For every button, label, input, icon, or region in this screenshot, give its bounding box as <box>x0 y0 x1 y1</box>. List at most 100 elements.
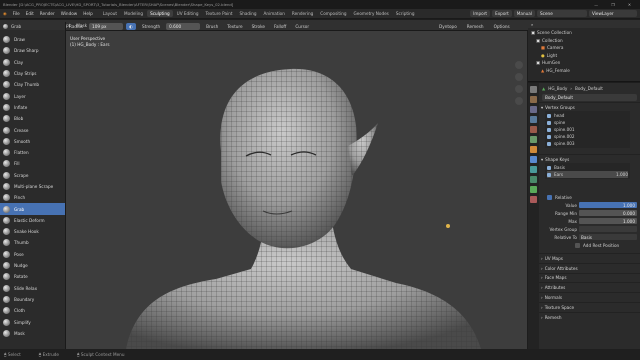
tab-compositing[interactable]: Compositing <box>317 10 349 17</box>
radius-field[interactable]: 109 px <box>89 23 124 30</box>
3d-viewport[interactable]: User Perspective (1) HG_Body : Ears <box>66 31 527 349</box>
outliner-item-scene-collection[interactable]: ▣ Scene Collection <box>531 29 637 37</box>
scene-selector[interactable]: Scene <box>537 10 587 17</box>
modifier-tab-icon[interactable] <box>530 156 537 163</box>
tab-geometry-nodes[interactable]: Geometry Nodes <box>351 10 392 17</box>
export-button[interactable]: Export <box>492 10 512 17</box>
tab-rendering[interactable]: Rendering <box>289 10 316 17</box>
brush-item-clay[interactable]: Clay <box>0 57 65 68</box>
outliner-item-collection[interactable]: ▣ Collection <box>531 37 637 45</box>
tab-modeling[interactable]: Modeling <box>121 10 146 17</box>
section-attributes[interactable]: › Attributes <box>539 282 640 292</box>
brush-item-grab[interactable]: Grab <box>0 203 65 215</box>
blender-logo-icon[interactable]: ◉ <box>0 11 10 16</box>
brush-item-flatten[interactable]: Flatten <box>0 147 65 158</box>
list-item[interactable]: head <box>547 112 628 119</box>
brush-item-inflate[interactable]: Inflate <box>0 102 65 113</box>
outliner-item-light[interactable]: ● Light <box>531 52 637 60</box>
brush-item-fill[interactable]: Fill <box>0 158 65 169</box>
radius-pressure-toggle[interactable]: ◐ <box>126 23 137 30</box>
pan-hand-icon[interactable] <box>515 73 523 81</box>
list-item[interactable]: Ears 1.000 <box>547 171 628 178</box>
tab-layout[interactable]: Layout <box>100 10 120 17</box>
view-layer-tab-icon[interactable] <box>530 116 537 123</box>
section-uv-maps[interactable]: › UV Maps <box>539 253 640 263</box>
section-normals[interactable]: › Normals <box>539 292 640 302</box>
brush-item-clay-strips[interactable]: Clay Strips <box>0 68 65 79</box>
relative-to-field[interactable]: Basis <box>579 234 637 240</box>
view-layer-selector[interactable]: ViewLayer <box>589 10 637 17</box>
brush-item-blob[interactable]: Blob <box>0 113 65 124</box>
add-rest-checkbox[interactable]: Add Rest Position <box>539 241 640 249</box>
tool-tab-icon[interactable] <box>530 86 537 93</box>
list-item[interactable]: spine.001 <box>547 126 628 133</box>
list-item[interactable]: spine.002 <box>547 133 628 140</box>
active-brush-header[interactable]: Grab <box>0 22 65 30</box>
list-item[interactable]: Basis <box>547 164 628 171</box>
brush-item-layer[interactable]: Layer <box>0 90 65 101</box>
brush-item-simplify[interactable]: Simplify <box>0 316 65 327</box>
search-icon[interactable]: ⌕ <box>531 22 533 27</box>
brush-item-smooth[interactable]: Smooth <box>0 136 65 147</box>
section-face-maps[interactable]: › Face Maps <box>539 272 640 283</box>
output-tab-icon[interactable] <box>530 106 537 113</box>
sculpt-mesh[interactable] <box>66 31 527 349</box>
list-item[interactable]: spine <box>547 119 628 126</box>
mesh-data-tab-icon[interactable] <box>530 186 537 193</box>
tab-shading[interactable]: Shading <box>237 10 260 17</box>
range-min-field[interactable]: 0.000 <box>579 210 637 216</box>
window-controls[interactable]: — ❐ ✕ <box>594 2 637 7</box>
list-item[interactable]: spine.003 <box>547 140 628 147</box>
menu-render[interactable]: Render <box>37 11 58 16</box>
particles-tab-icon[interactable] <box>530 166 537 173</box>
brush-item-pose[interactable]: Pose <box>0 249 65 260</box>
manual-button[interactable]: Manual <box>513 10 535 17</box>
camera-view-icon[interactable] <box>515 85 523 93</box>
stroke-menu[interactable]: Stroke <box>249 24 268 29</box>
scene-tab-icon[interactable] <box>530 126 537 133</box>
brush-item-snake-hook[interactable]: Snake Hook <box>0 226 65 237</box>
menu-help[interactable]: Help <box>80 11 96 16</box>
outliner-item-camera[interactable]: ■ Camera <box>531 44 637 52</box>
brush-menu[interactable]: Brush <box>203 24 221 29</box>
world-tab-icon[interactable] <box>530 136 537 143</box>
render-tab-icon[interactable] <box>530 96 537 103</box>
brush-item-rotate[interactable]: Rotate <box>0 271 65 282</box>
vertex-group-field[interactable] <box>579 226 637 232</box>
tab-animation[interactable]: Animation <box>261 10 288 17</box>
menu-file[interactable]: File <box>10 11 23 16</box>
tab-texture-paint[interactable]: Texture Paint <box>203 10 236 17</box>
brush-item-multi-plane-scrape[interactable]: Multi-plane Scrape <box>0 181 65 192</box>
brush-item-mask[interactable]: Mask <box>0 328 65 339</box>
brush-item-draw-sharp[interactable]: Draw Sharp <box>0 45 65 56</box>
menu-window[interactable]: Window <box>58 11 81 16</box>
dyntopo-toggle[interactable]: Dyntopo <box>436 24 460 29</box>
brush-item-crease[interactable]: Crease <box>0 124 65 135</box>
tab-sculpting[interactable]: Sculpting <box>147 10 173 17</box>
brush-item-thumb[interactable]: Thumb <box>0 237 65 248</box>
tab-scripting[interactable]: Scripting <box>393 10 418 17</box>
object-tab-icon[interactable] <box>530 146 537 153</box>
menu-edit[interactable]: Edit <box>23 11 37 16</box>
mesh-name-field[interactable]: Body_Default <box>542 94 637 101</box>
material-tab-icon[interactable] <box>530 196 537 203</box>
outliner-item-humgen[interactable]: ▣ HumGen <box>531 59 637 67</box>
outliner-item-hg-female[interactable]: ▲ HG_Female <box>531 67 637 75</box>
brush-item-elastic-deform[interactable]: Elastic Deform <box>0 215 65 226</box>
falloff-menu[interactable]: Falloff <box>271 24 289 29</box>
vertex-groups-header[interactable]: ▾ Vertex Groups <box>539 102 640 111</box>
import-button[interactable]: Import <box>470 10 491 17</box>
remesh-menu[interactable]: Remesh <box>464 24 487 29</box>
value-slider[interactable]: 1.000 <box>579 202 637 208</box>
brush-item-draw[interactable]: Draw <box>0 34 65 45</box>
section-texture-space[interactable]: › Texture Space <box>539 301 640 312</box>
brush-item-cloth[interactable]: Cloth <box>0 305 65 316</box>
options-menu[interactable]: Options <box>491 24 513 29</box>
brush-item-nudge[interactable]: Nudge <box>0 260 65 271</box>
brush-item-pinch[interactable]: Pinch <box>0 192 65 203</box>
shape-keys-header[interactable]: ▾ Shape Keys <box>539 154 640 163</box>
relative-checkbox[interactable]: Relative <box>539 193 640 201</box>
brush-item-slide-relax[interactable]: Slide Relax <box>0 283 65 294</box>
max-field[interactable]: 1.000 <box>579 218 637 224</box>
texture-menu[interactable]: Texture <box>224 24 245 29</box>
